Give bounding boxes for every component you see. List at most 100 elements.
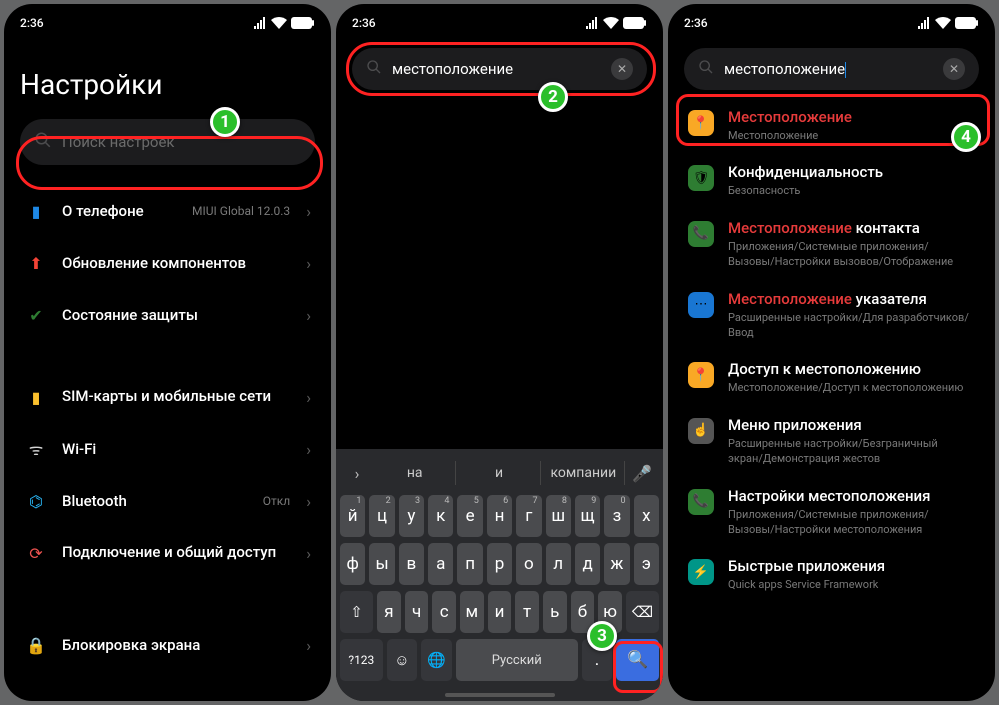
key[interactable]: м	[460, 591, 484, 633]
search-key[interactable]: 🔍	[616, 639, 659, 681]
search-value: местоположение	[392, 60, 601, 78]
key[interactable]: ы	[369, 543, 394, 585]
result-icon: ⚡	[688, 559, 714, 585]
search-settings-input[interactable]: Поиск настроек	[20, 119, 315, 165]
result-icon: ⋯	[688, 292, 714, 318]
on-screen-keyboard: › на и компании 🎤 й1ц2у3к4е5н6г7ш8щ9з0х …	[336, 449, 663, 701]
status-bar: 2:36	[668, 4, 995, 38]
chevron-right-icon: ›	[306, 254, 311, 273]
suggestion-3[interactable]: компании	[543, 461, 625, 485]
search-icon	[366, 59, 382, 79]
wifi-icon	[935, 17, 951, 29]
battery-icon	[291, 17, 315, 29]
result-subtitle: Безопасность	[728, 183, 975, 198]
suggestions-toggle-icon[interactable]: ›	[342, 464, 372, 483]
bluetooth-icon: ⌬	[24, 489, 48, 513]
search-input[interactable]: местоположение ✕	[352, 48, 647, 90]
clock: 2:36	[684, 16, 708, 30]
result-icon: 📞	[688, 221, 714, 247]
clear-search-button[interactable]: ✕	[611, 58, 633, 80]
settings-item[interactable]: ⬆Обновление компонентов›	[20, 237, 315, 289]
key[interactable]: а	[428, 543, 453, 585]
suggestion-2[interactable]: и	[458, 461, 540, 485]
key[interactable]: т	[515, 591, 539, 633]
status-icons	[917, 17, 979, 29]
clear-search-button[interactable]: ✕	[943, 58, 965, 80]
key[interactable]: г7	[516, 495, 541, 537]
search-input[interactable]: местоположение ✕	[684, 48, 979, 90]
shield-icon: ✔	[24, 303, 48, 327]
key[interactable]: ц2	[369, 495, 394, 537]
chevron-right-icon: ›	[306, 636, 311, 655]
key[interactable]: й1	[340, 495, 365, 537]
result-item[interactable]: ☝Меню приложенияРасширенные настройки/Бе…	[684, 406, 979, 477]
key[interactable]: ш8	[546, 495, 571, 537]
badge-3: 3	[587, 621, 617, 651]
result-item[interactable]: 📞Местоположение контактаПриложения/Систе…	[684, 209, 979, 280]
shift-key[interactable]: ⇧	[340, 591, 373, 633]
key[interactable]: ч	[405, 591, 429, 633]
result-item[interactable]: ⋯Местоположение указателяРасширенные нас…	[684, 280, 979, 351]
result-subtitle: Quick apps Service Framework	[728, 577, 975, 592]
key[interactable]: в	[399, 543, 424, 585]
numbers-key[interactable]: ?123	[340, 639, 383, 681]
key[interactable]: щ9	[575, 495, 600, 537]
key[interactable]: р	[487, 543, 512, 585]
emoji-key[interactable]: ☺	[387, 639, 418, 681]
phone-screen-1: 2:36 Настройки Поиск настроек ▮О телефон…	[4, 4, 331, 701]
key[interactable]: э	[634, 543, 659, 585]
key[interactable]: н6	[487, 495, 512, 537]
item-value: Откл	[263, 494, 290, 508]
clock: 2:36	[352, 16, 376, 30]
share-icon: ⟳	[24, 541, 48, 565]
key[interactable]: х	[634, 495, 659, 537]
key[interactable]: я	[377, 591, 401, 633]
key[interactable]: п	[457, 543, 482, 585]
chevron-right-icon: ›	[306, 306, 311, 325]
settings-item[interactable]: ✔Состояние защиты›	[20, 289, 315, 341]
key[interactable]: ь	[543, 591, 567, 633]
lock-icon: 🔒	[24, 633, 48, 657]
nav-gesture-bar	[445, 693, 555, 697]
update-icon: ⬆	[24, 251, 48, 275]
result-item[interactable]: 📍МестоположениеМестоположение	[684, 98, 979, 153]
suggestion-1[interactable]: на	[374, 461, 456, 485]
space-key[interactable]: Русский	[456, 639, 578, 681]
key[interactable]: к4	[428, 495, 453, 537]
key[interactable]: д	[575, 543, 600, 585]
result-item[interactable]: 📍Доступ к местоположениюМестоположение/Д…	[684, 350, 979, 405]
key[interactable]: л	[546, 543, 571, 585]
settings-item[interactable]: ▮SIM-карты и мобильные сети›	[20, 371, 315, 423]
chevron-right-icon: ›	[306, 440, 311, 459]
key[interactable]: ф	[340, 543, 365, 585]
page-title: Настройки	[20, 38, 315, 119]
key[interactable]: о	[516, 543, 541, 585]
mic-icon[interactable]: 🎤	[627, 464, 657, 483]
phone-screen-3: 2:36 местоположение ✕ 📍МестоположениеМес…	[668, 4, 995, 701]
result-item[interactable]: ⚡Быстрые приложенияQuick apps Service Fr…	[684, 547, 979, 602]
result-icon: 📞	[688, 489, 714, 515]
settings-item[interactable]: ▮О телефонеMIUI Global 12.0.3›	[20, 185, 315, 237]
settings-item[interactable]: 🔒Блокировка экрана›	[20, 619, 315, 671]
status-icons	[585, 17, 647, 29]
search-placeholder: Поиск настроек	[62, 133, 301, 151]
key[interactable]: с	[432, 591, 456, 633]
settings-item[interactable]: ᯤWi-Fi ›	[20, 423, 315, 475]
backspace-key[interactable]: ⌫	[626, 591, 659, 633]
key[interactable]: у3	[399, 495, 424, 537]
item-label: Bluetooth	[62, 492, 249, 510]
key[interactable]: з0	[604, 495, 629, 537]
key[interactable]: ж	[604, 543, 629, 585]
result-item[interactable]: 📞Настройки местоположенияПриложения/Сист…	[684, 477, 979, 548]
language-key[interactable]: 🌐	[421, 639, 452, 681]
search-value: местоположение	[724, 60, 933, 78]
badge-1: 1	[210, 107, 240, 137]
key[interactable]: е5	[457, 495, 482, 537]
keyboard-suggestions: › на и компании 🎤	[340, 455, 659, 495]
wifi-icon	[603, 17, 619, 29]
key[interactable]: и	[488, 591, 512, 633]
result-item[interactable]: 🛡КонфиденциальностьБезопасность	[684, 153, 979, 208]
settings-item[interactable]: ⟳Подключение и общий доступ›	[20, 527, 315, 579]
settings-item[interactable]: ⌬BluetoothОткл›	[20, 475, 315, 527]
chevron-right-icon: ›	[306, 388, 311, 407]
